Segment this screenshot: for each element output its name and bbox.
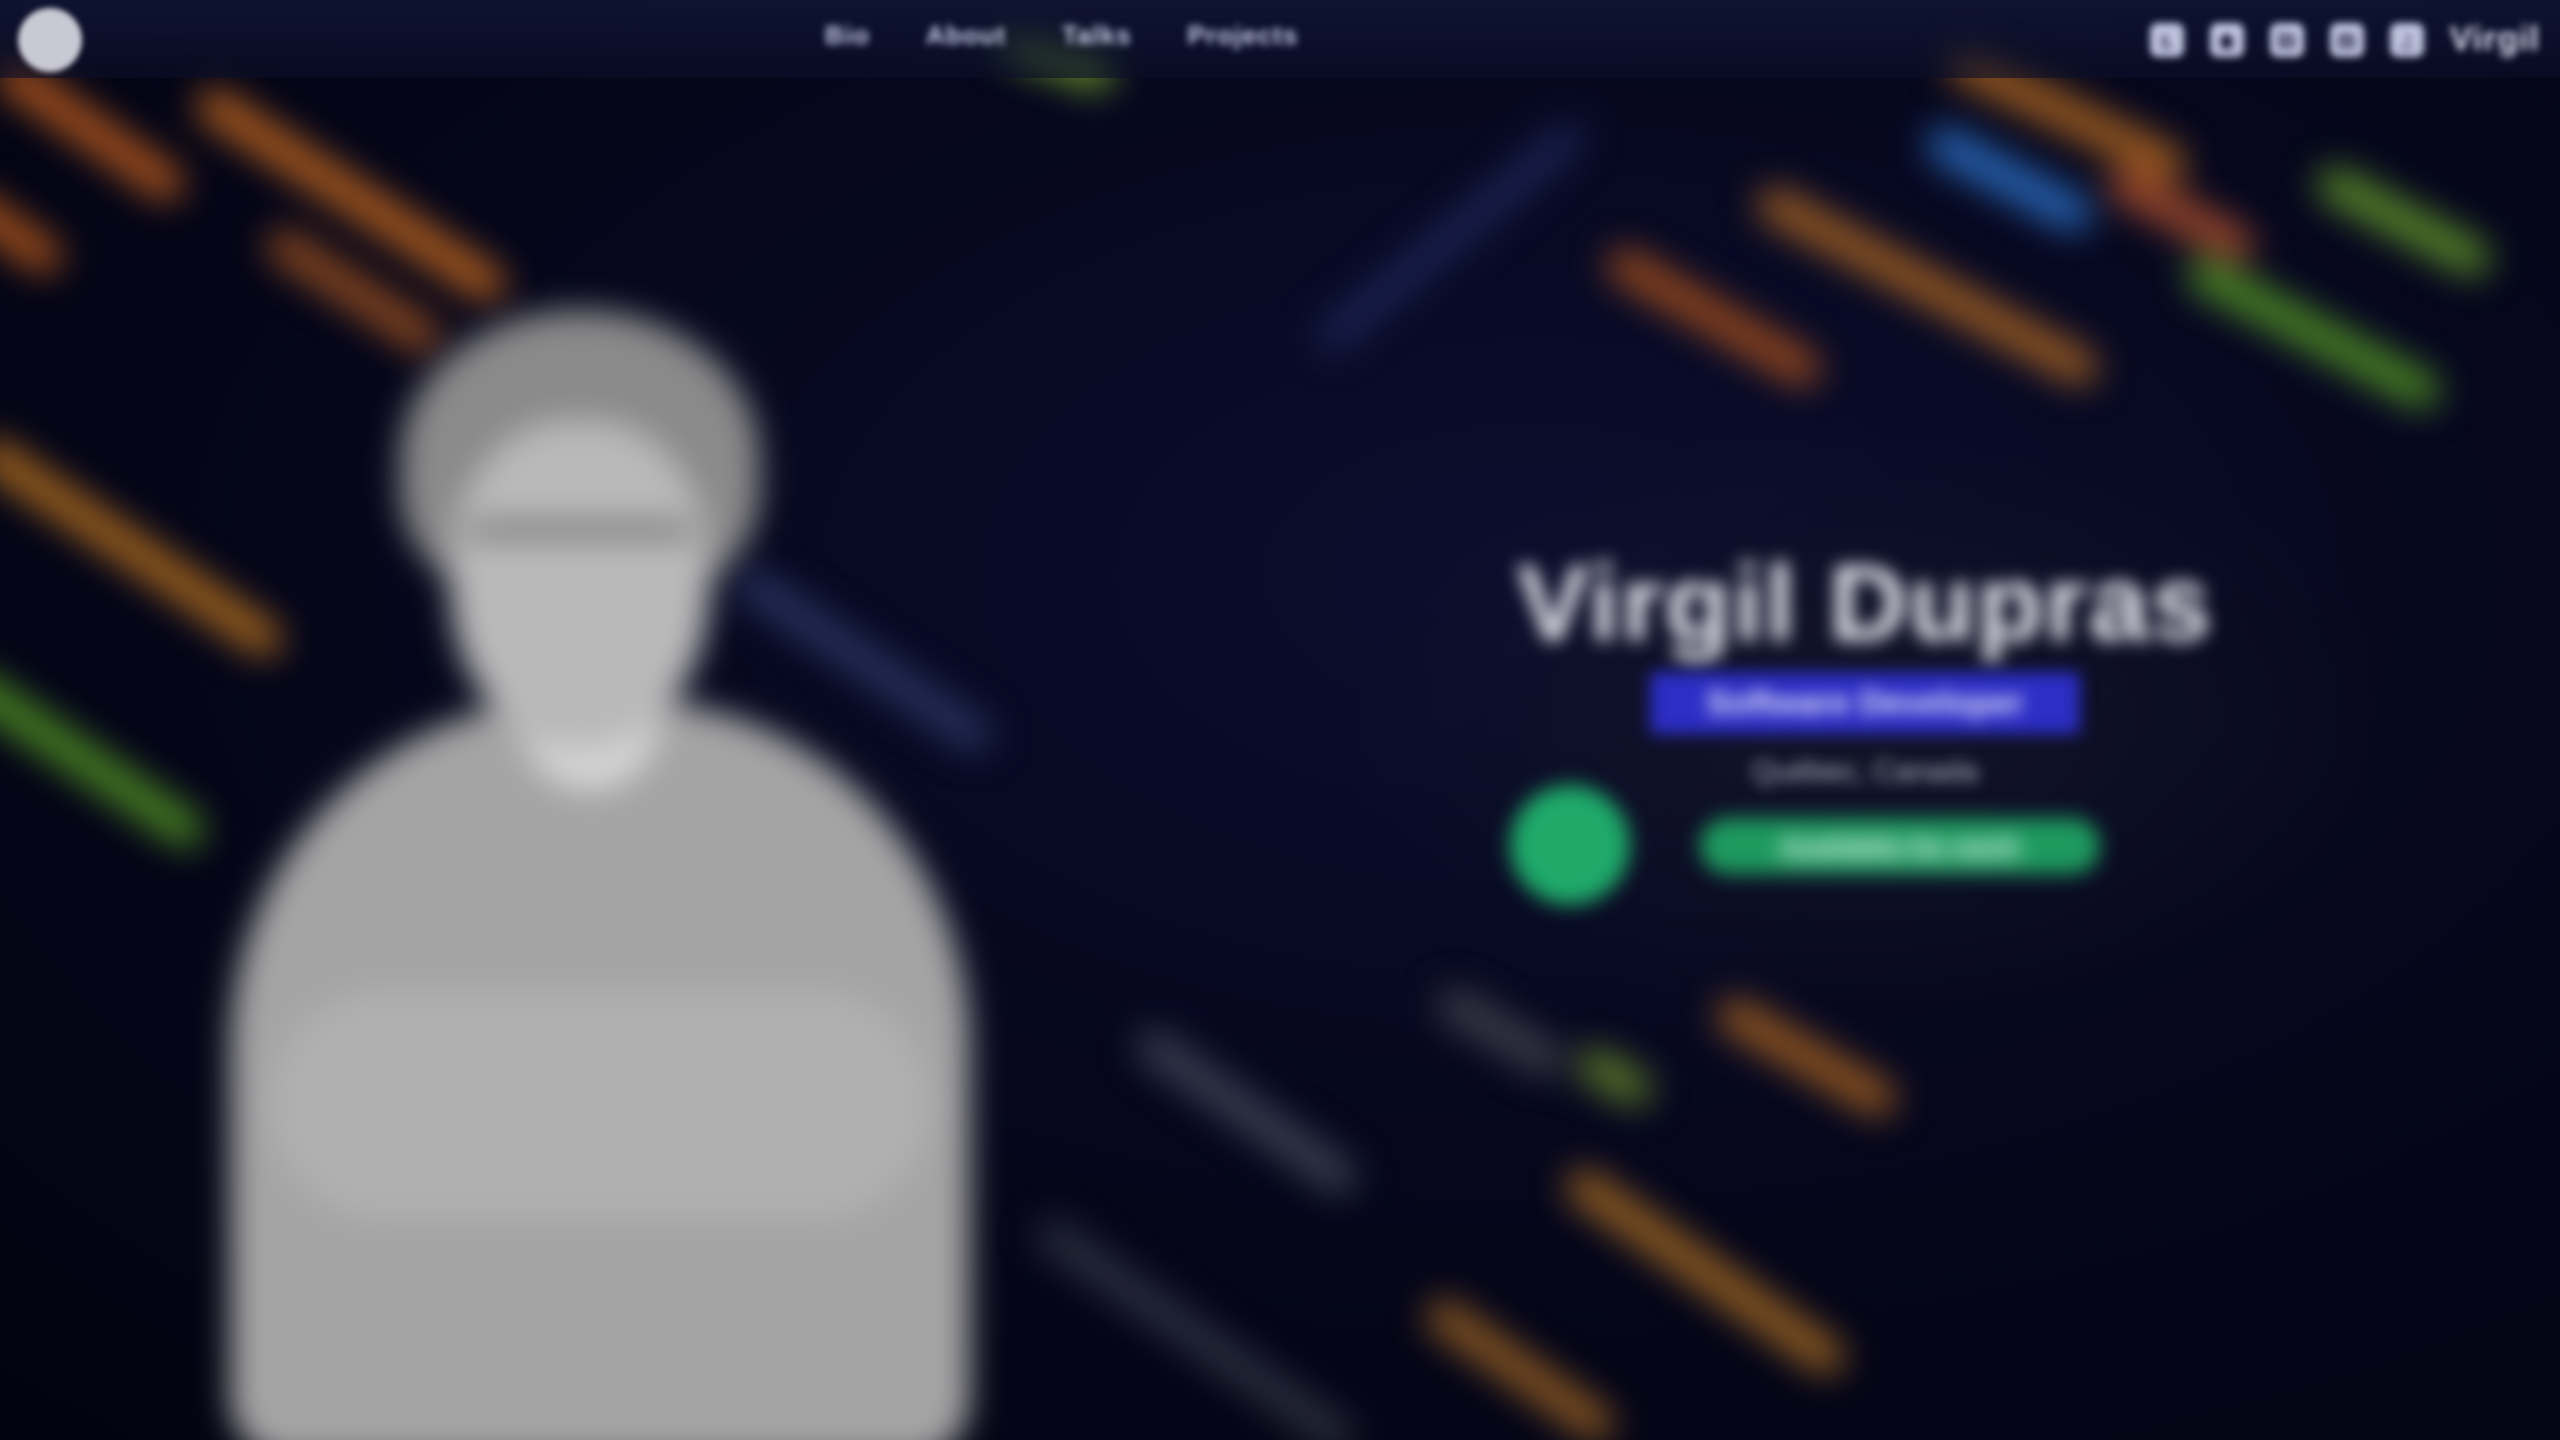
nav-link-about[interactable]: About xyxy=(926,20,1006,51)
code-strip xyxy=(0,662,210,854)
social-links: ◐ ◆ in m ◔ Virgil xyxy=(2149,20,2540,59)
nav-link-talks[interactable]: Talks xyxy=(1062,20,1132,51)
code-strip xyxy=(2102,161,2260,268)
code-strip xyxy=(1711,992,1902,1122)
rss-icon[interactable]: ◔ xyxy=(2389,22,2424,57)
main-nav: Bio About Talks Projects xyxy=(825,20,1298,51)
github-icon[interactable]: ◐ xyxy=(2149,22,2184,57)
code-strip xyxy=(1130,1023,1363,1201)
code-strip xyxy=(1560,1163,1851,1381)
hero-card: Virgil Dupras Software Developer Québec,… xyxy=(1360,440,2370,1000)
portrait-photo xyxy=(210,310,990,1440)
page: Bio About Talks Projects ◐ ◆ in m ◔ Virg… xyxy=(0,0,2560,1440)
hero-location: Québec, Canada xyxy=(1751,755,1979,788)
hero-job-title: Software Developer xyxy=(1650,672,2080,734)
code-strip xyxy=(1420,1293,1620,1440)
nav-link-bio[interactable]: Bio xyxy=(825,20,870,51)
nav-link-projects[interactable]: Projects xyxy=(1188,20,1299,51)
code-strip xyxy=(0,183,69,280)
code-strip xyxy=(1922,121,2097,237)
code-strip xyxy=(2182,251,2446,414)
twitter-icon[interactable]: ◆ xyxy=(2209,22,2244,57)
home-logo[interactable] xyxy=(18,8,82,72)
portrait-arms xyxy=(270,990,930,1220)
code-strip xyxy=(1030,1213,1362,1440)
top-navigation-bar: Bio About Talks Projects ◐ ◆ in m ◔ Virg… xyxy=(0,0,2560,78)
portrait-face xyxy=(450,420,710,750)
availability-status-button[interactable]: Available for work xyxy=(1700,818,2100,874)
code-strip xyxy=(1571,1042,1658,1112)
mastodon-icon[interactable]: m xyxy=(2329,22,2364,57)
code-strip xyxy=(1601,242,1827,392)
availability-status-icon xyxy=(1510,785,1630,905)
hero-name: Virgil Dupras xyxy=(1516,542,2214,663)
linkedin-icon[interactable]: in xyxy=(2269,22,2304,57)
code-strip xyxy=(1309,115,1592,361)
code-strip xyxy=(2312,161,2496,282)
site-wordmark: Virgil xyxy=(2449,20,2540,58)
portrait-glasses xyxy=(465,525,695,565)
